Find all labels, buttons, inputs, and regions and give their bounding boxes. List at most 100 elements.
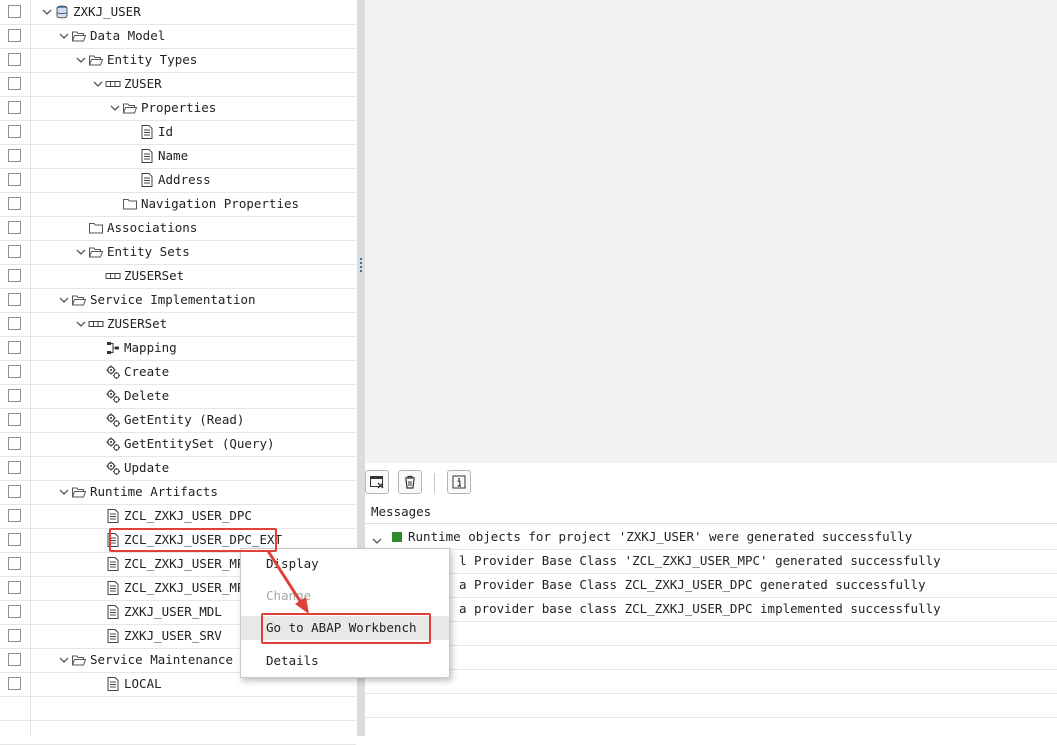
row-checkbox[interactable] (8, 581, 21, 594)
chevron-down-icon[interactable] (40, 0, 54, 24)
message-row[interactable]: l Provider Base Class 'ZCL_ZXKJ_USER_MPC… (365, 549, 1057, 574)
row-checkbox[interactable] (8, 485, 21, 498)
tree-node[interactable]: ZXKJ_USER (40, 0, 141, 24)
row-checkbox[interactable] (8, 677, 21, 690)
tree-row[interactable]: ZUSERSet (0, 264, 356, 289)
row-checkbox[interactable] (8, 293, 21, 306)
chevron-down-icon[interactable] (74, 48, 88, 72)
row-checkbox[interactable] (8, 629, 21, 642)
menu-item-display[interactable]: Display (241, 552, 449, 576)
close-window-button[interactable] (365, 470, 389, 494)
row-checkbox[interactable] (8, 341, 21, 354)
tree-node[interactable]: Id (125, 120, 173, 144)
tree-node[interactable]: Navigation Properties (108, 192, 299, 216)
row-checkbox[interactable] (8, 197, 21, 210)
row-checkbox[interactable] (8, 389, 21, 402)
row-checkbox[interactable] (8, 77, 21, 90)
chevron-down-icon[interactable] (57, 480, 71, 504)
tree-row[interactable]: ZUSERSet (0, 312, 356, 337)
tree-node[interactable]: Service Maintenance (57, 648, 233, 672)
row-checkbox[interactable] (8, 653, 21, 666)
tree-node[interactable]: Entity Types (74, 48, 197, 72)
chevron-down-icon[interactable] (57, 648, 71, 672)
row-checkbox[interactable] (8, 605, 21, 618)
row-checkbox[interactable] (8, 533, 21, 546)
row-checkbox[interactable] (8, 149, 21, 162)
tree-row[interactable]: Name (0, 144, 356, 169)
tree-node[interactable]: Entity Sets (74, 240, 190, 264)
chevron-down-icon[interactable] (57, 288, 71, 312)
tree-row[interactable]: GetEntity (Read) (0, 408, 356, 433)
chevron-down-icon[interactable] (74, 240, 88, 264)
chevron-down-icon[interactable] (91, 72, 105, 96)
tree-node[interactable]: Service Implementation (57, 288, 256, 312)
tree-node[interactable]: Runtime Artifacts (57, 480, 218, 504)
tree-row[interactable]: Associations (0, 216, 356, 241)
tree-row[interactable]: Navigation Properties (0, 192, 356, 217)
tree-node[interactable]: GetEntity (Read) (91, 408, 244, 432)
tree-node[interactable]: ZCL_ZXKJ_USER_DPC (91, 504, 252, 528)
tree-node[interactable]: Name (125, 144, 188, 168)
row-checkbox[interactable] (8, 413, 21, 426)
tree-row[interactable]: Entity Sets (0, 240, 356, 265)
tree-row[interactable]: Create (0, 360, 356, 385)
tree-row[interactable]: Delete (0, 384, 356, 409)
tree-row[interactable]: ZCL_ZXKJ_USER_DPC (0, 504, 356, 529)
tree-node[interactable]: LOCAL (91, 672, 162, 696)
tree-row[interactable]: Entity Types (0, 48, 356, 73)
message-row[interactable]: a provider base class ZCL_ZXKJ_USER_DPC … (365, 597, 1057, 622)
row-checkbox[interactable] (8, 221, 21, 234)
row-checkbox[interactable] (8, 269, 21, 282)
tree-row[interactable]: Runtime Artifacts (0, 480, 356, 505)
chevron-down-icon[interactable] (108, 96, 122, 120)
tree-node[interactable]: ZUSERSet (74, 312, 167, 336)
row-checkbox[interactable] (8, 125, 21, 138)
menu-item-details[interactable]: Details (241, 649, 449, 673)
tree-row[interactable]: Service Implementation (0, 288, 356, 313)
tree-row[interactable]: Data Model (0, 24, 356, 49)
row-checkbox[interactable] (8, 245, 21, 258)
chevron-down-icon[interactable] (57, 24, 71, 48)
row-checkbox[interactable] (8, 365, 21, 378)
row-checkbox[interactable] (8, 53, 21, 66)
tree-node[interactable]: Update (91, 456, 169, 480)
tree-row[interactable]: Update (0, 456, 356, 481)
row-checkbox[interactable] (8, 101, 21, 114)
row-checkbox[interactable] (8, 317, 21, 330)
delete-messages-button[interactable] (398, 470, 422, 494)
row-checkbox[interactable] (8, 29, 21, 42)
tree-node[interactable]: ZCL_ZXKJ_USER_MPC (91, 552, 252, 576)
message-row[interactable]: Runtime objects for project 'ZXKJ_USER' … (365, 525, 1057, 550)
tree-row[interactable]: Properties (0, 96, 356, 121)
tree-row[interactable]: GetEntitySet (Query) (0, 432, 356, 457)
row-checkbox[interactable] (8, 509, 21, 522)
tree-row[interactable]: ZUSER (0, 72, 356, 97)
row-checkbox[interactable] (8, 5, 21, 18)
tree-node[interactable]: GetEntitySet (Query) (91, 432, 275, 456)
row-checkbox[interactable] (8, 173, 21, 186)
tree-node[interactable]: Delete (91, 384, 169, 408)
tree-row[interactable]: Address (0, 168, 356, 193)
row-checkbox[interactable] (8, 437, 21, 450)
tree-node[interactable]: Associations (74, 216, 197, 240)
tree-node[interactable]: ZXKJ_USER_MDL (91, 600, 222, 624)
tree-node[interactable]: Data Model (57, 24, 165, 48)
tree-node[interactable]: ZUSER (91, 72, 162, 96)
row-checkbox[interactable] (8, 557, 21, 570)
tree-row[interactable]: Id (0, 120, 356, 145)
chevron-down-icon[interactable] (74, 312, 88, 336)
tree-node[interactable]: ZUSERSet (91, 264, 184, 288)
message-row[interactable]: a Provider Base Class ZCL_ZXKJ_USER_DPC … (365, 573, 1057, 598)
tree-node[interactable]: ZXKJ_USER_SRV (91, 624, 222, 648)
chevron-placeholder (108, 192, 122, 216)
tree-node[interactable]: Properties (108, 96, 216, 120)
info-button[interactable] (447, 470, 471, 494)
tree-row[interactable]: ZXKJ_USER (0, 0, 356, 25)
tree-node[interactable]: Address (125, 168, 211, 192)
row-checkbox[interactable] (8, 461, 21, 474)
tree-node[interactable]: Mapping (91, 336, 177, 360)
tree-node[interactable]: Create (91, 360, 169, 384)
tree-row[interactable]: Mapping (0, 336, 356, 361)
tree-node[interactable]: ZCL_ZXKJ_USER_MPC_ (91, 576, 259, 600)
splitter-grip-icon[interactable] (360, 258, 362, 272)
